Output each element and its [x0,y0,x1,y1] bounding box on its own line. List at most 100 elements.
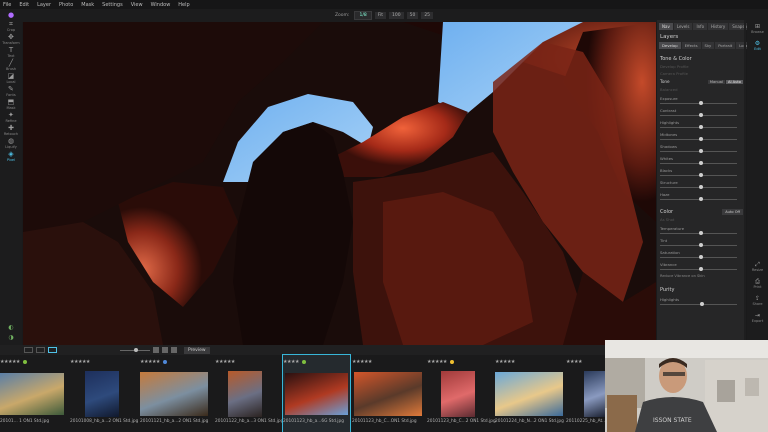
slider-highlights[interactable]: Highlights [657,120,746,129]
compare-icon[interactable] [153,347,159,353]
zoom-value-field[interactable]: 1/8 [354,11,372,20]
filmstrip-thumbnail[interactable]: ★★★★ 20110225_hb_At... [566,355,606,432]
menu-item-edit[interactable]: Edit [19,2,29,8]
star-rating[interactable]: ★★★★★ [495,359,515,365]
slider-saturation[interactable]: Saturation [657,250,746,259]
slider-knob[interactable] [699,185,703,189]
tone-ai-auto-button[interactable]: AI Auto [725,79,743,84]
tool-crop[interactable]: ⌗ Crop [7,21,15,33]
slider-midtones[interactable]: Midtones [657,132,746,141]
purity-section-title[interactable]: Purity [657,281,746,294]
filmstrip-thumbnail[interactable]: ★★★★★ 20101... 1 ON1 Std.jpg [0,355,64,432]
filmstrip-thumbnail[interactable]: ★★★★★ 20101121_hb_a...2 ON1 Std.jpg [140,355,210,432]
filmstrip-thumbnail[interactable]: ★★★★★ 20101122_hb_a...3 ON1 Std.jpg [215,355,283,432]
tool-logo[interactable]: ● [8,12,14,19]
slider-purity-highlights[interactable]: Highlights [657,297,746,306]
menu-item-layer[interactable]: Layer [37,2,51,8]
tab-info[interactable]: Info [693,23,708,30]
zoom-25-button[interactable]: 25 [421,12,434,19]
tab-effects[interactable]: Effects [681,42,701,49]
menu-item-help[interactable]: Help [178,2,189,8]
tone-manual-button[interactable]: Manual [707,79,725,84]
before-after-icon[interactable]: ◑ [8,334,13,341]
slider-whites[interactable]: Whites [657,156,746,165]
star-rating[interactable]: ★★★★★ [0,359,27,365]
tool-mask[interactable]: ⬒ Mask [6,99,15,111]
tool-retouch[interactable]: ✚ Retouch [4,125,18,137]
menu-item-photo[interactable]: Photo [59,2,73,8]
filmstrip-thumbnail[interactable]: ★★★★★ 20101123_hb_C...2 ON1 Std.jpg [427,355,496,432]
module-edit[interactable]: ⚙ Edit [754,40,761,51]
slider-knob[interactable] [699,267,703,271]
slider-temperature[interactable]: Temperature [657,226,746,235]
tab-history[interactable]: History [708,23,729,30]
slider-knob[interactable] [699,125,703,129]
filmstrip-thumbnail[interactable]: ★★★★★ 20101224_hb_N...2 ON1 Std.jpg [495,355,565,432]
tool-brush[interactable]: ╱ Brush [6,60,16,72]
slider-knob[interactable] [699,231,703,235]
star-rating[interactable]: ★★★★ [283,359,306,365]
slider-vibrance[interactable]: Vibrance [657,262,746,271]
mask-overlay-icon[interactable]: ◐ [8,324,13,331]
zoom-fit-button[interactable]: Fit [374,12,386,19]
star-rating[interactable]: ★★★★★ [140,359,167,365]
tool-text[interactable]: T Text [7,47,14,59]
filmstrip-thumbnail[interactable]: ★★★★ 20101123_hb_a...6G Std.jpg [282,354,351,432]
slider-knob[interactable] [699,137,703,141]
zoom-100-button[interactable]: 100 [388,12,404,19]
slider-knob[interactable] [699,149,703,153]
tab-levels[interactable]: Levels [673,23,693,30]
slider-knob[interactable] [699,243,703,247]
module-resize[interactable]: ⤢ Resize [752,261,763,272]
module-browse[interactable]: ⊞ Browse [751,23,764,34]
tone-preset-row[interactable]: Balanced [657,86,746,93]
tone-color-section-title[interactable]: Tone & Color [657,50,746,63]
zoom-50-button[interactable]: 50 [406,12,419,19]
menu-item-settings[interactable]: Settings [102,2,123,8]
slider-contrast[interactable]: Contrast [657,108,746,117]
star-rating[interactable]: ★★★★★ [215,359,235,365]
slider-structure[interactable]: Structure [657,180,746,189]
slider-exposure[interactable]: Exposure [657,96,746,105]
tool-local[interactable]: ◪ Local [6,73,15,85]
tab-develop[interactable]: Develop [659,42,681,49]
thumbnail-size-slider[interactable] [120,347,150,352]
star-rating[interactable]: ★★★★★ [427,359,454,365]
menu-item-file[interactable]: File [3,2,11,8]
slider-knob[interactable] [699,101,703,105]
white-balance-preset[interactable]: As Shot [657,216,746,223]
camera-profile-row[interactable]: Camera Profile [657,70,746,77]
star-rating[interactable]: ★★★★★ [352,359,372,365]
tab-sky[interactable]: Sky [701,42,715,49]
color-auto-button[interactable]: Auto Off [722,209,743,215]
slider-knob[interactable] [699,113,703,117]
tab-nav[interactable]: Nav [659,23,673,30]
tab-portrait[interactable]: Portrait [715,42,736,49]
mask-view-icon[interactable] [162,347,168,353]
slider-haze[interactable]: Haze [657,192,746,201]
menu-item-mask[interactable]: Mask [81,2,94,8]
tool-transform[interactable]: ✥ Transform [2,34,19,46]
grid-view-button[interactable] [24,347,33,353]
star-rating[interactable]: ★★★★ [566,359,582,365]
module-export[interactable]: ⇥ Export [752,312,763,323]
module-print[interactable]: ⎙ Print [753,278,761,289]
slider-tint[interactable]: Tint [657,238,746,247]
overlay-icon[interactable] [171,347,177,353]
reduce-vibrance-checkbox[interactable]: Reduce Vibrance on Skin [657,271,746,281]
main-image-canvas[interactable] [23,22,656,345]
tool-fonts[interactable]: ✎ Fonts [6,86,15,98]
tool-pixel[interactable]: ◈ Pixel [7,151,15,163]
filmstrip-view-button[interactable] [36,347,45,353]
slider-blacks[interactable]: Blacks [657,168,746,177]
single-view-button[interactable] [48,347,57,353]
slider-knob[interactable] [699,197,703,201]
slider-knob[interactable] [699,173,703,177]
filmstrip-thumbnail[interactable]: ★★★★★ 20101008_hb_a...2 ON1 Std.jpg [70,355,138,432]
panel-scrollbar[interactable] [744,20,746,345]
slider-knob[interactable] [699,255,703,259]
tool-refine[interactable]: ✦ Refine [5,112,16,124]
slider-knob[interactable] [699,161,703,165]
develop-profile-row[interactable]: Develop Profile [657,63,746,70]
module-share[interactable]: ⇪ Share [752,295,762,306]
